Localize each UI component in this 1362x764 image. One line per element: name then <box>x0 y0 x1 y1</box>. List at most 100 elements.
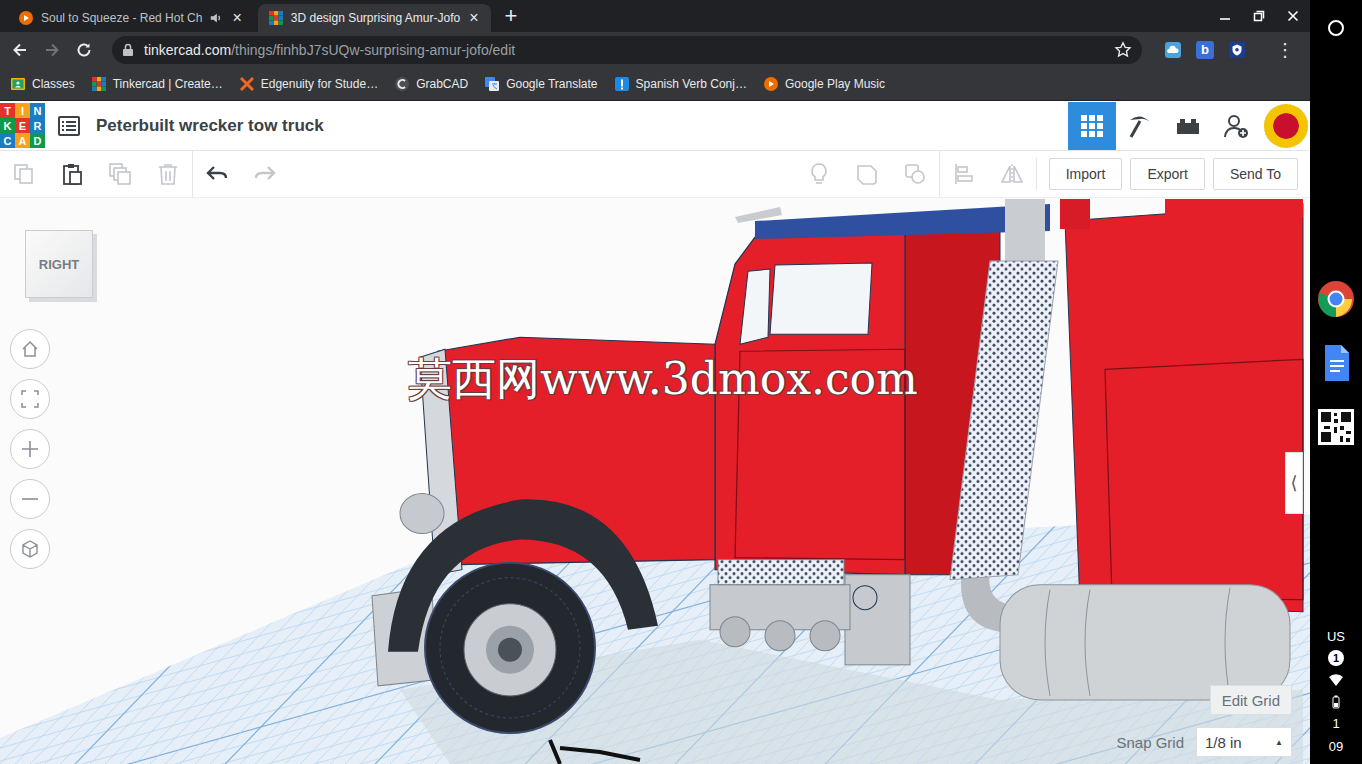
tab-strip: Soul to Squeeze - Red Hot Ch×3D design S… <box>0 0 1310 32</box>
star-icon[interactable] <box>1114 41 1132 59</box>
docs-icon[interactable] <box>1316 343 1356 383</box>
logo-letter: I <box>15 103 30 118</box>
play-music-icon <box>763 76 779 92</box>
close-icon <box>1287 10 1299 22</box>
snap-grid-dropdown[interactable]: 1/8 in ▲ <box>1196 727 1292 757</box>
shape-tool-button[interactable] <box>843 151 891 197</box>
copy-icon <box>12 162 36 186</box>
bookmark[interactable]: Tinkercad | Create… <box>91 76 223 92</box>
shape-tool-button[interactable] <box>939 151 988 197</box>
url-text: tinkercad.com/things/finhbJ7sUQw-surpris… <box>144 42 1104 58</box>
logo-letter: C <box>0 133 15 148</box>
tinkercad-logo[interactable]: TINKERCAD <box>0 103 45 148</box>
truck-model[interactable] <box>0 198 1310 764</box>
snap-grid: Snap Grid1/8 in▲ <box>1116 727 1292 757</box>
view-mode-button[interactable] <box>1068 102 1116 150</box>
launcher-icon[interactable] <box>1326 18 1346 38</box>
cloud-extension-icon[interactable] <box>1164 41 1182 59</box>
view-mode-button[interactable] <box>1164 102 1212 150</box>
browser-tab[interactable]: 3D design Surprising Amur-Jofo× <box>258 4 491 32</box>
reload-icon[interactable] <box>70 36 98 64</box>
undo-icon <box>205 162 229 186</box>
mirror-icon <box>1000 162 1024 186</box>
edit-grid-button[interactable]: Edit Grid <box>1210 685 1292 715</box>
logo-letter: R <box>30 118 45 133</box>
restore-icon <box>1253 10 1265 22</box>
status-area[interactable]: US1109 <box>1327 629 1345 756</box>
translate-icon <box>484 76 500 92</box>
restore-button[interactable] <box>1242 0 1276 32</box>
zoom-in-icon <box>20 439 40 459</box>
shape-tool-button[interactable] <box>891 151 939 197</box>
action-button[interactable]: Export <box>1130 158 1204 190</box>
edit-tool-button[interactable] <box>192 151 241 197</box>
bookmark[interactable]: Google Play Music <box>763 76 885 92</box>
view-control-button[interactable] <box>10 529 50 569</box>
bricks-icon <box>1174 112 1202 140</box>
edit-tool-button[interactable] <box>241 151 289 197</box>
view-control-button[interactable] <box>10 379 50 419</box>
action-button[interactable]: Send To <box>1213 158 1298 190</box>
bookmark-label: Google Play Music <box>785 77 885 91</box>
design-list-icon[interactable] <box>57 114 81 138</box>
forward-arrow-icon[interactable] <box>38 36 66 64</box>
view-control-button[interactable] <box>10 329 50 369</box>
logo-letter: T <box>0 103 15 118</box>
edit-tool-button[interactable] <box>48 151 96 197</box>
chrome-icon[interactable] <box>1316 279 1356 319</box>
bookmark[interactable]: Classes <box>10 76 75 92</box>
shape-tool-button[interactable] <box>795 151 843 197</box>
invite-button[interactable] <box>1212 102 1260 150</box>
user-avatar[interactable] <box>1264 104 1308 148</box>
clock-hours: 1 <box>1332 716 1339 733</box>
back-arrow-icon[interactable] <box>6 36 34 64</box>
view-mode-button[interactable] <box>1116 102 1164 150</box>
tab-close-button[interactable]: × <box>230 10 243 26</box>
input-method: US <box>1327 629 1345 644</box>
close-window-button[interactable] <box>1276 0 1310 32</box>
qr-code-icon[interactable] <box>1316 407 1356 447</box>
browser-menu-button[interactable]: ⋮ <box>1258 39 1304 61</box>
edit-tool-button[interactable] <box>0 151 48 197</box>
panel-toggle-button[interactable]: ⟨ <box>1285 452 1303 514</box>
design-title[interactable]: Peterbuilt wrecker tow truck <box>96 116 324 136</box>
shape-tool-button[interactable] <box>988 151 1036 197</box>
new-tab-button[interactable]: + <box>495 5 528 27</box>
action-button[interactable]: Import <box>1049 158 1123 190</box>
edit-tools <box>0 151 289 197</box>
bookmark-label: GrabCAD <box>416 77 468 91</box>
view-cube-face: RIGHT <box>39 257 79 272</box>
address-bar[interactable]: tinkercad.com/things/finhbJ7sUQw-surpris… <box>112 36 1142 64</box>
bookmark[interactable]: Google Translate <box>484 76 597 92</box>
tab-close-button[interactable]: × <box>467 10 480 26</box>
browser-tab[interactable]: Soul to Squeeze - Red Hot Ch× <box>8 4 254 32</box>
edit-tool-button[interactable] <box>144 151 192 197</box>
pickaxe-icon <box>1126 112 1154 140</box>
add-person-icon <box>1222 112 1250 140</box>
bookmark[interactable]: Spanish Verb Conj… <box>614 76 747 92</box>
bookmark[interactable]: Edgenuity for Stude… <box>239 76 378 92</box>
snap-grid-value: 1/8 in <box>1205 734 1242 751</box>
workplane-grid[interactable] <box>0 198 1310 764</box>
minimize-icon <box>1219 10 1231 22</box>
grabcad-icon <box>394 76 410 92</box>
bookmark-label: Spanish Verb Conj… <box>636 77 747 91</box>
speaker-icon[interactable] <box>209 11 223 25</box>
lock-icon[interactable] <box>122 43 134 57</box>
clock-minutes: 09 <box>1329 739 1343 756</box>
b-extension-icon[interactable]: b <box>1196 41 1214 59</box>
view-control-button[interactable] <box>10 479 50 519</box>
dropdown-caret: ▲ <box>1275 738 1283 747</box>
view-control-button[interactable] <box>10 429 50 469</box>
shield-extension-icon[interactable] <box>1228 41 1246 59</box>
view-tools <box>795 151 1036 197</box>
bookmark[interactable]: GrabCAD <box>394 76 468 92</box>
3d-viewport[interactable]: RIGHT莫西网www.3dmox.com⟨Edit GridSnap Grid… <box>0 198 1310 764</box>
editor-toolbar: ImportExport Send To <box>0 151 1310 198</box>
edit-tool-button[interactable] <box>96 151 144 197</box>
tinkercad-icon <box>91 76 107 92</box>
view-cube[interactable]: RIGHT <box>25 230 93 298</box>
bookmark-label: Google Translate <box>506 77 597 91</box>
minimize-button[interactable] <box>1208 0 1242 32</box>
pinned-apps <box>1316 38 1356 629</box>
